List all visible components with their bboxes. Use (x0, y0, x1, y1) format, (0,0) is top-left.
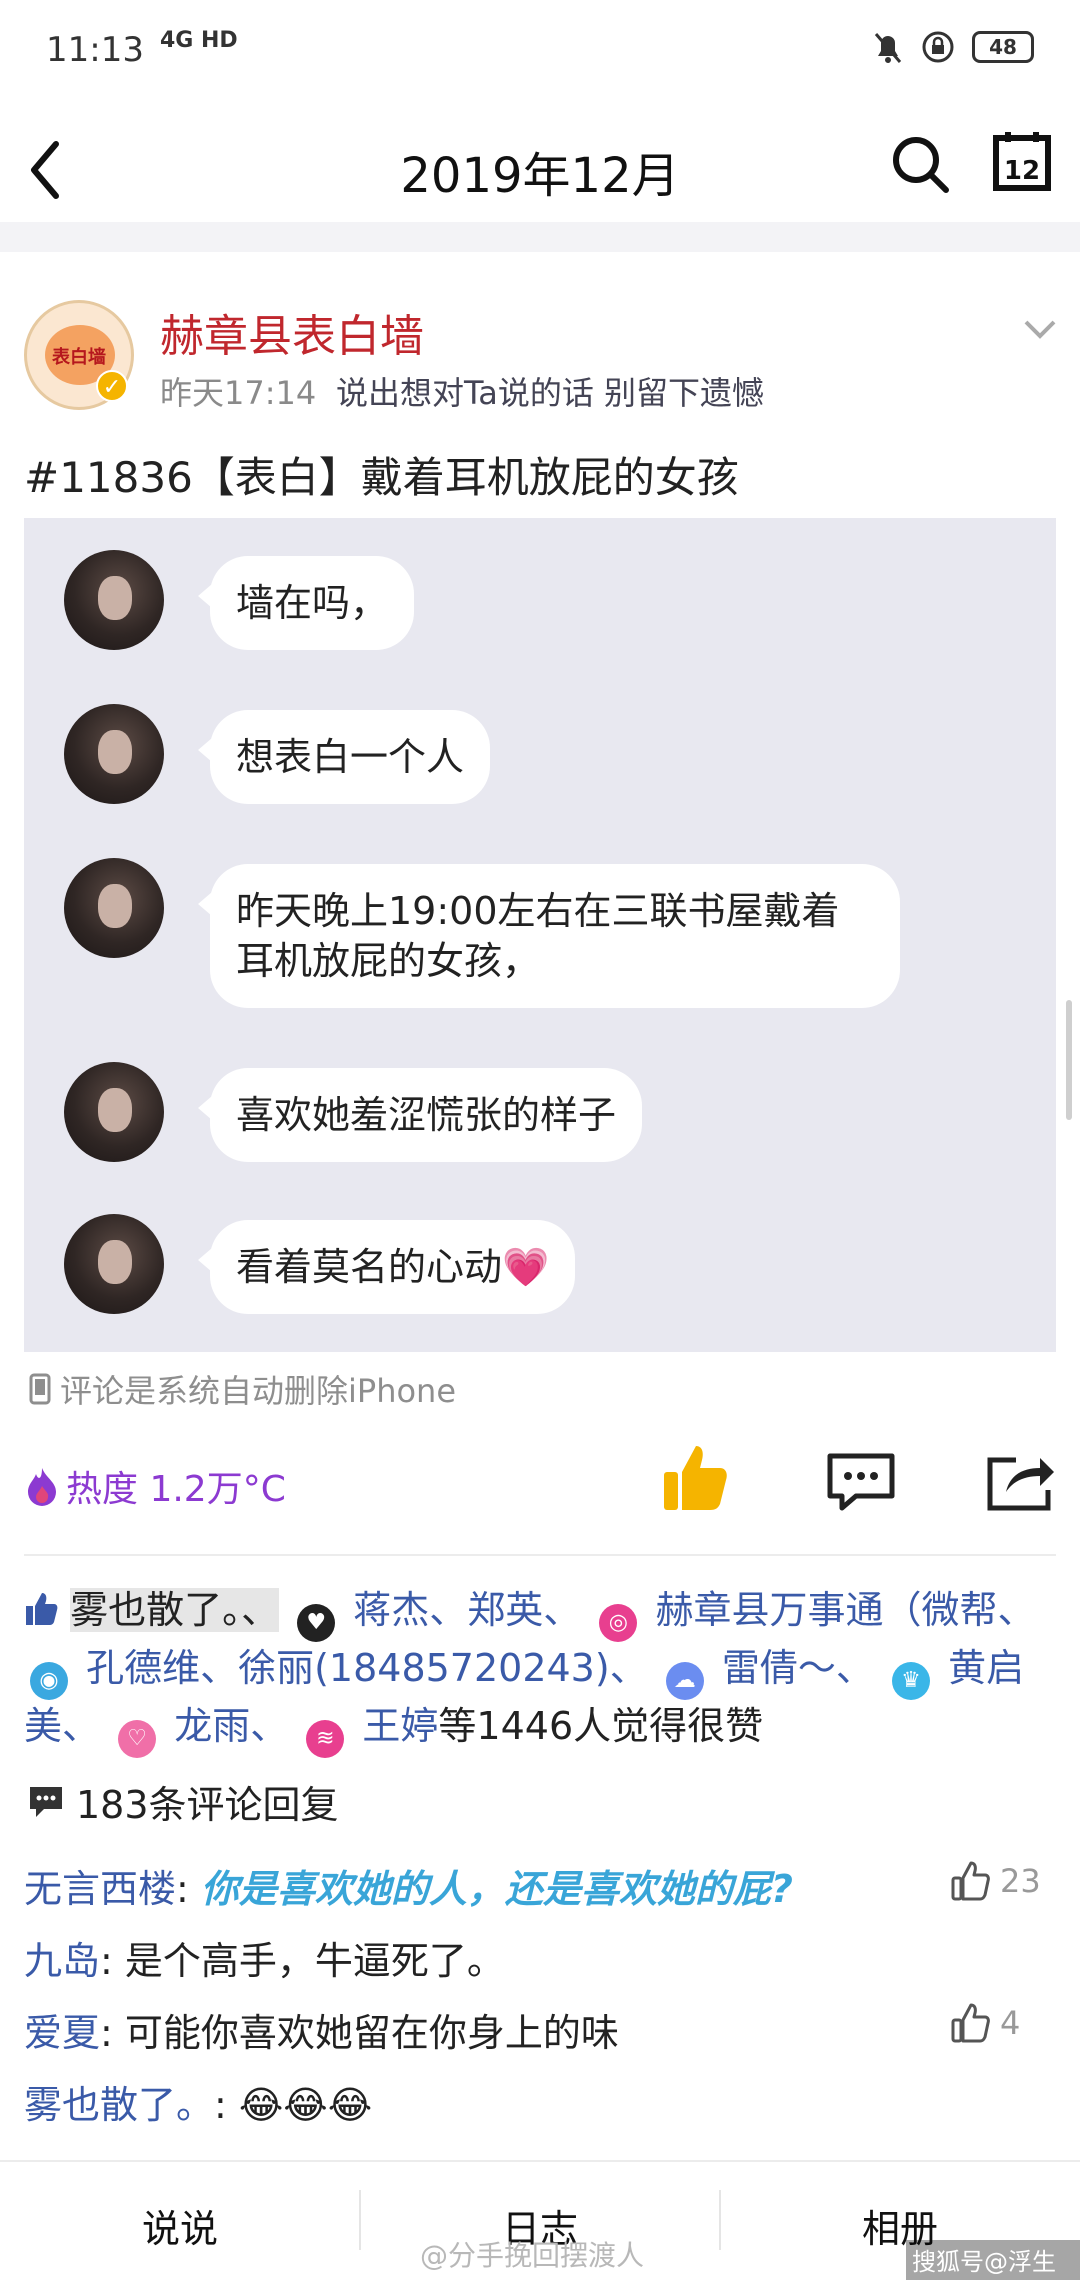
comment-like-button[interactable]: 4 (950, 2002, 1020, 2044)
scrollbar[interactable] (1066, 1000, 1072, 1120)
search-icon (893, 137, 949, 193)
like-button[interactable] (660, 1440, 730, 1516)
mute-bell-icon (874, 33, 902, 63)
likes-list: 雾也散了。、 ♥ 蒋杰、郑英、 ◎ 赫章县万事通（微帮、 ◉ 孔德维、徐丽(18… (24, 1584, 1056, 1758)
comment-like-count: 23 (1000, 1862, 1041, 1900)
comment-author[interactable]: 雾也散了。 (24, 2083, 214, 2127)
chat-avatar (64, 550, 164, 650)
verified-badge-icon: ✓ (96, 370, 128, 402)
comment-text: 你是喜欢她的人，还是喜欢她的屁? (200, 1867, 793, 1911)
avatar-label: 表白墙 (52, 347, 106, 368)
thumbs-up-icon (664, 1446, 727, 1510)
comment-colon: : (176, 1867, 201, 1911)
flame-icon (28, 1468, 56, 1506)
network-indicator: 4G HD (160, 28, 238, 53)
thumbs-up-icon (951, 1861, 990, 1901)
calendar-button[interactable]: 12 (986, 122, 1056, 202)
chat-avatar (64, 858, 164, 958)
chat-avatar (64, 1214, 164, 1314)
liker-name[interactable]: 雷倩～、 (722, 1646, 874, 1690)
post-text: #11836【表白】戴着耳机放屁的女孩 (24, 453, 739, 502)
comment-button[interactable] (826, 1450, 896, 1514)
thumbs-up-icon (26, 1593, 58, 1625)
comment-count-text: 183条评论回复 (76, 1783, 339, 1827)
likes-suffix: 等1446人觉得很赞 (438, 1704, 764, 1748)
status-time: 11:13 (46, 30, 144, 70)
author-name[interactable]: 赫章县表白墙 (160, 300, 424, 364)
comment-colon: : (214, 2083, 239, 2127)
chat-bubble: 看着莫名的心动💗 (197, 1220, 576, 1314)
lock-icon (922, 31, 954, 63)
comment-colon: : (100, 1939, 125, 1983)
liker-name[interactable]: 雾也散了。、 (70, 1588, 280, 1632)
more-button[interactable] (1020, 310, 1060, 350)
calendar-icon: 12 (993, 132, 1051, 191)
heat-text: 热度 1.2万°C (66, 1469, 286, 1510)
heat-indicator: 热度 1.2万°C (24, 1460, 286, 1512)
device-text: 评论是系统自动删除iPhone (60, 1372, 457, 1410)
chevron-down-icon (1024, 320, 1056, 339)
comment-item[interactable]: 无言西楼: 你是喜欢她的人，还是喜欢她的屁? (24, 1858, 793, 1913)
comment-author[interactable]: 无言西楼 (24, 1867, 176, 1911)
comment-colon: : (100, 2011, 125, 2055)
chat-bubble: 墙在吗， (197, 556, 415, 650)
badge-icon: ◉ (30, 1662, 68, 1700)
heart-icon: ♥ (297, 1604, 336, 1642)
badge-icon: ◎ (599, 1604, 638, 1642)
comment-text: 是个高手，牛逼死了。 (124, 1939, 505, 1983)
chat-avatar (64, 704, 164, 804)
comment-text: 😂😂😂 (238, 2083, 373, 2127)
chat-bubble: 喜欢她羞涩慌张的样子 (197, 1068, 643, 1162)
comment-author[interactable]: 九岛 (24, 1939, 100, 1983)
chat-bubble: 想表白一个人 (197, 710, 491, 804)
status-icons: 48 (872, 30, 1034, 64)
watermark: 搜狐号@浮生DI (906, 2240, 1080, 2280)
comment-like-button[interactable]: 23 (950, 1860, 1041, 1902)
separator (0, 222, 1080, 252)
liker-name[interactable]: 赫章县万事通（微帮、 (656, 1588, 1036, 1632)
comment-item[interactable]: 雾也散了。: 😂😂😂 (24, 2074, 372, 2129)
watermark: @分手挽回摆渡人 (420, 2239, 645, 2272)
crown-icon: ♛ (892, 1662, 930, 1700)
author-signature: 说出想对Ta说的话 别留下遗憾 (336, 374, 765, 412)
share-button[interactable] (986, 1450, 1056, 1514)
liker-name[interactable]: 蒋杰、郑英、 (353, 1588, 581, 1632)
comment-icon (827, 1453, 895, 1511)
comment-item[interactable]: 九岛: 是个高手，牛逼死了。 (24, 1930, 505, 1985)
divider (24, 1554, 1056, 1556)
liker-name[interactable]: 龙雨、 (174, 1704, 288, 1748)
header: 2019年12月 12 (0, 110, 1080, 230)
heart-icon: ♡ (118, 1720, 157, 1758)
badge-icon: ≋ (306, 1720, 345, 1758)
svg-text:12: 12 (1004, 156, 1040, 186)
cloud-icon: ☁ (665, 1662, 704, 1700)
tab-shuoshuo[interactable]: 说说 (0, 2198, 360, 2253)
comment-count[interactable]: 183条评论回复 (28, 1774, 339, 1829)
phone-icon (29, 1373, 51, 1405)
battery-icon: 48 (972, 31, 1034, 63)
comment-like-count: 4 (1000, 2004, 1021, 2042)
post-time: 昨天17:14 (160, 374, 317, 412)
comment-item[interactable]: 爱夏: 可能你喜欢她留在你身上的味 (24, 2002, 619, 2057)
chat-bubble: 昨天晚上19:00左右在三联书屋戴着耳机放屁的女孩， (198, 864, 900, 1008)
share-icon (987, 1457, 1054, 1511)
status-bar: 11:13 4G HD 48 (0, 0, 1080, 110)
liker-name[interactable]: 孔德维、徐丽(18485720243)、 (86, 1646, 648, 1690)
device-info: 评论是系统自动删除iPhone (28, 1366, 456, 1412)
search-button[interactable] (886, 122, 956, 202)
thumbs-up-icon (951, 2003, 990, 2043)
comment-text: 可能你喜欢她留在你身上的味 (124, 2011, 619, 2055)
comment-icon (30, 1786, 62, 1817)
post-image[interactable]: 墙在吗， 想表白一个人 昨天晚上19:00左右在三联书屋戴着耳机放屁的女孩， 喜… (24, 518, 1056, 1352)
chat-avatar (64, 1062, 164, 1162)
liker-name[interactable]: 王婷 (362, 1704, 438, 1748)
comment-author[interactable]: 爱夏 (24, 2011, 100, 2055)
